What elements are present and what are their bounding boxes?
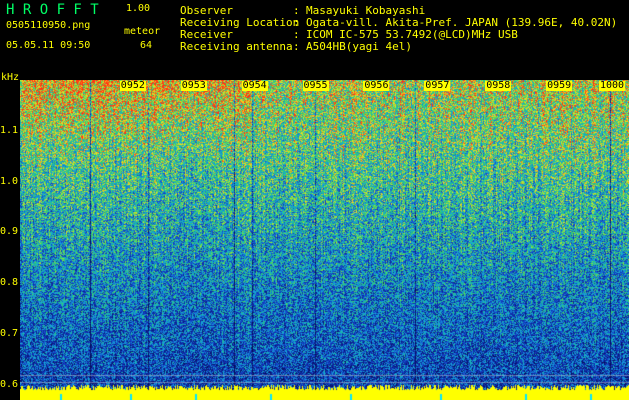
file-datetime: 05.05.11 09:50 <box>6 40 91 51</box>
frequency-tick-label: 0.9 <box>0 226 19 238</box>
info-observer-sep: : <box>293 4 300 17</box>
app-title: H R O F F T <box>6 2 99 18</box>
time-tick-label: 0958 <box>485 80 512 91</box>
frequency-tick-label: 0.8 <box>0 277 19 289</box>
info-antenna-sep: : <box>293 40 300 53</box>
time-tick-label: 1000 <box>599 80 626 91</box>
info-receiver-key: Receiver <box>180 28 233 41</box>
file-name: 0505110950.png <box>6 20 91 31</box>
mode-label: meteor <box>124 26 161 37</box>
info-observer-value: Masayuki Kobayashi <box>306 4 426 17</box>
time-tick-label: 0956 <box>363 80 390 91</box>
info-location-key: Receiving Location <box>180 16 300 29</box>
time-tick-label: 0952 <box>119 80 146 91</box>
time-tick-label: 0959 <box>546 80 573 91</box>
frequency-tick-label: 1.1 <box>0 124 19 136</box>
time-tick-label: 0955 <box>302 80 329 91</box>
info-antenna-value: A504HB(yagi 4el) <box>306 40 412 53</box>
time-tick-label: 0954 <box>241 80 268 91</box>
frequency-tick-label: 0.7 <box>0 327 19 339</box>
axis-unit-label: kHz <box>1 72 20 83</box>
info-location-value: Ogata-vill. Akita-Pref. JAPAN (139.96E, … <box>306 16 618 29</box>
mode-count: 64 <box>140 40 153 51</box>
info-receiver-value: ICOM IC-575 53.7492(@LCD)MHz USB <box>306 28 518 41</box>
header-panel: H R O F F T 1.00 0505110950.png meteor 0… <box>0 0 629 83</box>
frequency-tick-label: 0.6 <box>0 378 19 390</box>
spectrogram-canvas <box>20 80 629 400</box>
app-version: 1.00 <box>126 3 151 14</box>
info-location-sep: : <box>293 16 300 29</box>
frequency-tick-label: 1.0 <box>0 175 19 187</box>
time-tick-label: 0957 <box>424 80 451 91</box>
info-receiver-sep: : <box>293 28 300 41</box>
time-tick-label: 0953 <box>180 80 207 91</box>
info-antenna-key: Receiving antenna <box>180 40 293 53</box>
info-observer-key: Observer <box>180 4 233 17</box>
